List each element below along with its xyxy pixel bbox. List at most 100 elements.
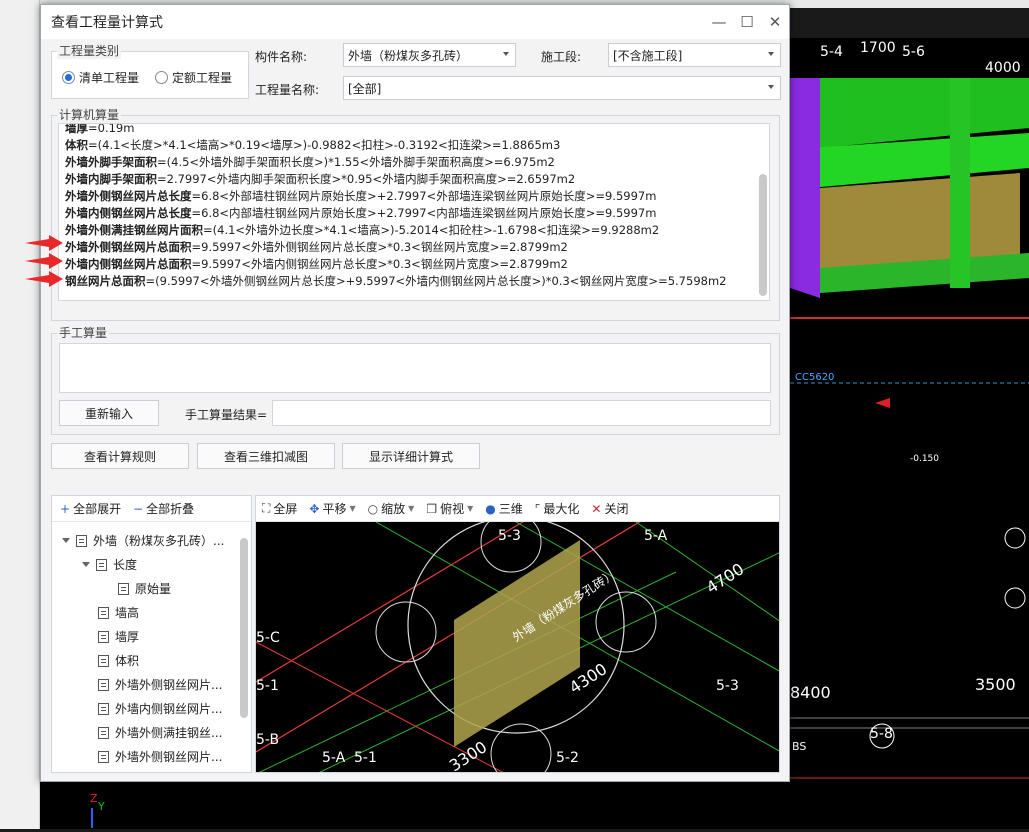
- radio-dot-unchecked: [155, 71, 169, 84]
- document-icon: [118, 582, 129, 595]
- cad-canvas-bottom: Z Y: [40, 780, 790, 829]
- cad-label-t6: 3500: [975, 675, 1016, 694]
- caret-down-icon: [82, 562, 90, 567]
- manual-calc-input[interactable]: [59, 343, 771, 393]
- view-rules-button[interactable]: 查看计算规则: [51, 443, 189, 469]
- cad-label-t9: -0.150: [910, 454, 939, 464]
- document-icon: [98, 702, 109, 715]
- close-view-button[interactable]: ✕ 关闭: [591, 500, 628, 517]
- dimension-label: 4700: [703, 559, 747, 597]
- close-button[interactable]: ✕: [761, 8, 789, 36]
- stage-select[interactable]: [不含施工段]: [608, 43, 781, 67]
- axis-label: 5-C: [256, 630, 280, 646]
- tree-toolbar: + 全部展开 − 全部折叠: [52, 496, 251, 522]
- manual-result-field[interactable]: [272, 400, 771, 426]
- collapse-all-button[interactable]: − 全部折叠: [133, 500, 194, 517]
- tree-item[interactable]: 外墙内侧钢丝网片...: [98, 700, 222, 717]
- top-view-button[interactable]: ❒ 俯视 ▼: [426, 500, 473, 517]
- component-select-value: 外墙（粉煤灰多孔砖）: [348, 48, 469, 63]
- dropdown-icon: ▼: [408, 504, 415, 513]
- cad-label-t10: CC5620: [795, 372, 834, 383]
- tree-item[interactable]: 长度: [82, 556, 137, 573]
- viewer-panel[interactable]: ⛶ 全屏 ✥ 平移 ▼ ○ 缩放 ▼ ❒ 俯视 ▼ ● 三维 ⌜ 最大化 ✕ 关闭: [255, 495, 780, 773]
- svg-text:Y: Y: [97, 800, 105, 813]
- document-icon: [98, 750, 109, 763]
- document-icon: [98, 630, 109, 643]
- tree-item[interactable]: 墙厚: [98, 628, 139, 645]
- tree-scrollbar[interactable]: [240, 538, 248, 718]
- tree-item[interactable]: 原始量: [118, 580, 171, 597]
- dropdown-icon: ▼: [349, 504, 356, 513]
- axis-label: 5-3: [716, 678, 739, 694]
- calc-line: 外墙内脚手架面积=2.7997<外墙内脚手架面积长度>*0.95<外墙内脚手架面…: [65, 172, 576, 186]
- viewer-canvas: 外墙（粉煤灰多孔砖） 5-3 5-A 4700 5-C 5-1 4300 5-3…: [256, 522, 779, 773]
- manual-result-label: 手工算量结果=: [185, 408, 268, 422]
- cad-label-t5: 8400: [790, 683, 831, 702]
- maximize-view-button[interactable]: ⌜ 最大化: [535, 500, 580, 517]
- cad-label-t1: 5-4: [820, 44, 843, 60]
- tree-item[interactable]: 体积: [98, 652, 139, 669]
- quantity-name-select[interactable]: [全部]: [343, 76, 781, 100]
- calc-line: 外墙外脚手架面积=(4.5<外墙外脚手架面积长度>)*1.55<外墙外脚手架面积…: [65, 155, 555, 169]
- dropdown-icon: ▼: [467, 504, 474, 513]
- component-label: 构件名称:: [255, 50, 308, 64]
- cad-canvas[interactable]: 5-4 1700 5-6 4000 CC5620 -0.150 8400 350…: [790, 38, 1029, 829]
- computer-calc-text[interactable]: 墙厚=0.19m 体积=(4.1<长度>*4.1<墙高>*0.19<墙厚>)-0…: [58, 123, 770, 301]
- dimension-label: 3300: [446, 737, 490, 773]
- quantity-name-label: 工程量名称:: [255, 83, 320, 97]
- tree-item-root[interactable]: 外墙（粉煤灰多孔砖）...: [62, 532, 224, 549]
- pan-button[interactable]: ✥ 平移 ▼: [309, 500, 355, 517]
- axis-label: 5-A: [322, 750, 346, 766]
- red-arrow-icon: [25, 271, 63, 287]
- caret-down-icon: [62, 538, 70, 543]
- tree-item[interactable]: 外墙外侧钢丝网片...: [98, 748, 222, 765]
- red-arrow-icon: [25, 253, 63, 269]
- radio-quota-label: 定额工程量: [172, 71, 233, 85]
- quantity-select-value: [全部]: [348, 81, 382, 96]
- title-bar: 查看工程量计算式 — ☐ ✕: [41, 5, 789, 39]
- component-select[interactable]: 外墙（粉煤灰多孔砖）: [343, 43, 516, 67]
- document-icon: [98, 726, 109, 739]
- show-detail-button[interactable]: 显示详细计算式: [342, 443, 480, 469]
- calc-line: 外墙外侧满挂钢丝网片面积=(4.1<外墙外边长度>*4.1<墙高>)-5.201…: [65, 223, 660, 237]
- minus-icon: −: [133, 501, 144, 516]
- reset-input-button[interactable]: 重新输入: [59, 400, 159, 426]
- calc-line: 外墙内侧钢丝网片总长度=6.8<内部墙柱钢丝网片原始长度>+2.7997<内部墙…: [65, 206, 657, 220]
- calc-scrollbar[interactable]: [759, 174, 767, 296]
- tree-item[interactable]: 墙高: [98, 604, 139, 621]
- calc-line: 外墙外侧钢丝网片总长度=6.8<外部墙柱钢丝网片原始长度>+2.7997<外部墙…: [65, 189, 657, 203]
- chevron-down-icon: [503, 52, 509, 56]
- expand-all-button[interactable]: + 全部展开: [60, 500, 121, 517]
- chevron-down-icon: [768, 52, 774, 56]
- maximize-button[interactable]: ☐: [733, 8, 761, 36]
- cad-label-t3: 5-6: [902, 44, 925, 60]
- cad-label-t4: 4000: [985, 60, 1021, 76]
- tree-item[interactable]: 外墙外侧钢丝网片...: [98, 676, 222, 693]
- axis-label: 5-B: [256, 732, 279, 748]
- 3d-button[interactable]: ● 三维: [485, 500, 523, 517]
- cad-drawing: 5-4 1700 5-6 4000 CC5620 -0.150 8400 350…: [790, 38, 1029, 779]
- radio-quota-quantity[interactable]: 定额工程量: [155, 69, 232, 86]
- tree-item[interactable]: 外墙外侧满挂钢丝...: [98, 724, 222, 741]
- zoom-button[interactable]: ○ 缩放 ▼: [368, 500, 415, 517]
- manual-calc-legend: 手工算量: [57, 324, 110, 341]
- view-3d-deduct-button[interactable]: 查看三维扣减图: [197, 443, 335, 469]
- calc-formula-dialog: 查看工程量计算式 — ☐ ✕ 清单工程量 定额工程量 工程量类别 构件名称: 外…: [25, 4, 790, 782]
- fullscreen-icon: ⛶: [262, 501, 271, 515]
- document-icon: [96, 558, 107, 571]
- cad-label-t7: 5-8: [870, 726, 893, 742]
- magnifier-icon: ○: [367, 501, 379, 516]
- stage-label: 施工段:: [541, 50, 582, 64]
- axis-label: 5-A: [644, 528, 668, 544]
- stage-select-value: [不含施工段]: [613, 48, 683, 63]
- radio-bill-quantity[interactable]: 清单工程量: [62, 69, 139, 86]
- axis-label: 5-1: [354, 750, 377, 766]
- viewer-toolbar: ⛶ 全屏 ✥ 平移 ▼ ○ 缩放 ▼ ❒ 俯视 ▼ ● 三维 ⌜ 最大化 ✕ 关闭: [256, 496, 779, 522]
- calc-line-highlighted: 外墙内侧钢丝网片总面积=9.5997<外墙内侧钢丝网片总长度>*0.3<钢丝网片…: [65, 257, 568, 271]
- minimize-button[interactable]: —: [705, 8, 733, 36]
- dialog-title: 查看工程量计算式: [51, 15, 163, 31]
- svg-text:Z: Z: [90, 792, 98, 805]
- fullscreen-button[interactable]: ⛶ 全屏: [262, 500, 297, 517]
- calc-line: 墙厚=0.19m: [65, 123, 135, 135]
- tree-panel: + 全部展开 − 全部折叠 外墙（粉煤灰多孔砖）... 长度 原始量 墙高 墙厚 体…: [51, 495, 252, 773]
